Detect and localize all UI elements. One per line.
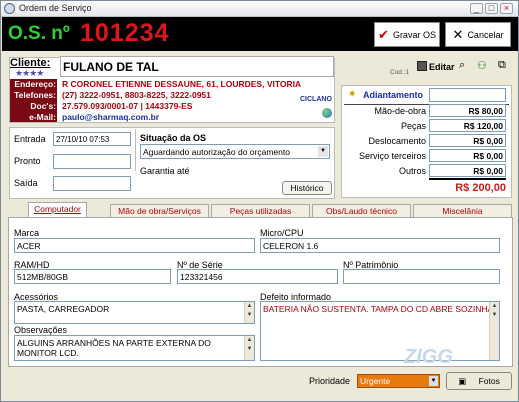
os-header: O.S. nº 101234 ✔ Gravar OS ✕ Cancelar: [2, 17, 518, 51]
fotos-button[interactable]: ▣ Fotos: [446, 372, 512, 390]
prioridade-value: Urgente: [360, 376, 391, 386]
os-number: 101234: [80, 19, 170, 47]
client-tag: CICLANO: [300, 96, 332, 103]
minimize-button[interactable]: _: [470, 3, 483, 14]
servico-terceiros-value[interactable]: R$ 0,00: [429, 149, 506, 162]
phones-label: Telefones:: [14, 90, 56, 100]
chevron-down-icon[interactable]: ▼: [429, 376, 438, 386]
cpu-field[interactable]: CELERON 1.6: [260, 238, 500, 253]
os-label: O.S. nº: [8, 23, 70, 44]
pecas-label: Peças: [400, 121, 426, 131]
deslocamento-label: Deslocamento: [368, 136, 426, 146]
docs-label: Doc's:: [30, 101, 56, 111]
observacoes-field[interactable]: ALGUINS ARRANHÕES NA PARTE EXTERNA DO MO…: [14, 335, 255, 361]
observacoes-scrollbar[interactable]: ▲ ▼: [244, 336, 254, 360]
maximize-button[interactable]: □: [485, 3, 498, 14]
marca-label: Marca: [14, 228, 40, 238]
garantia-label: Garantia até: [140, 166, 190, 176]
entrada-label: Entrada: [14, 134, 46, 144]
entrada-field[interactable]: 27/10/10 07:53: [53, 132, 131, 146]
email-label: e-Mail:: [29, 112, 56, 122]
tab-pecas-utilizadas[interactable]: Peças utilizadas: [211, 204, 310, 218]
save-os-label: Gravar OS: [392, 29, 436, 40]
address-label: Endereço:: [14, 79, 56, 89]
cancel-button[interactable]: ✕ Cancelar: [445, 22, 511, 47]
situacao-select[interactable]: Aguardando autorização do orçamento ▼: [140, 144, 330, 159]
cpu-label: Micro/CPU: [260, 228, 304, 238]
acessorios-field[interactable]: PASTA, CARREGADOR: [14, 301, 255, 324]
status-divider: [135, 129, 136, 171]
address-value: R CORONEL ETIENNE DESSAUNE, 61, LOURDES,…: [62, 79, 302, 89]
pecas-value[interactable]: R$ 120,00: [429, 119, 506, 132]
acessorios-scrollbar[interactable]: ▲ ▼: [244, 302, 254, 323]
fotos-label: Fotos: [478, 376, 500, 386]
situacao-value: Aguardando autorização do orçamento: [143, 147, 290, 157]
camera-icon: ▣: [458, 376, 467, 386]
ram-field[interactable]: 512MB/80GB: [14, 269, 171, 284]
save-os-button[interactable]: ✔ Gravar OS: [374, 22, 440, 47]
x-icon: ✕: [452, 26, 464, 42]
docs-value: 27.579.093/0001-07 | 1443379-ES: [62, 101, 193, 111]
observacoes-label: Observações: [14, 325, 68, 335]
defeito-field[interactable]: BATERIA NÃO SUSTENTA. TAMPA DO CD ABRE S…: [260, 301, 500, 361]
coins-icon: ✷: [348, 89, 357, 100]
cancel-label: Cancelar: [467, 29, 504, 40]
patrimonio-field[interactable]: [343, 269, 500, 284]
adiantamento-label: Adiantamento: [363, 90, 424, 100]
expand-icon[interactable]: ⧉: [498, 59, 506, 72]
tab-obs-laudo[interactable]: Obs/Laudo técnico: [312, 204, 411, 218]
client-rating-stars: ★★★★: [15, 68, 44, 78]
checkmark-icon: ✔: [378, 26, 389, 42]
service-order-window: Ordem de Serviço _ □ × O.S. nº 101234 ✔ …: [0, 0, 519, 402]
tab-mao-de-obra[interactable]: Mão de obra/Serviços: [110, 204, 209, 218]
chevron-down-icon[interactable]: ▼: [318, 146, 328, 157]
title-bar: Ordem de Serviço _ □ ×: [1, 1, 518, 17]
historico-button[interactable]: Histórico: [282, 181, 332, 195]
app-icon: [4, 3, 15, 14]
prioridade-select[interactable]: Urgente ▼: [357, 374, 440, 388]
serie-field[interactable]: 123321456: [177, 269, 338, 284]
client-name-field[interactable]: FULANO DE TAL: [60, 56, 334, 77]
marca-field[interactable]: ACER: [14, 238, 255, 253]
outros-label: Outros: [398, 166, 426, 176]
mao-de-obra-label: Mão-de-obra: [374, 106, 426, 116]
close-window-button[interactable]: ×: [500, 3, 513, 14]
client-code: Cod.:1: [390, 69, 410, 76]
total-divider: [429, 178, 506, 180]
deslocamento-value[interactable]: R$ 0,00: [429, 134, 506, 147]
adiantamento-field[interactable]: [429, 88, 506, 102]
situacao-label: Situação da OS: [140, 133, 207, 143]
user-search-icon[interactable]: ⚇: [477, 59, 487, 72]
pronto-label: Pronto: [14, 156, 41, 166]
email-value[interactable]: paulo@sharmaq.com.br: [62, 112, 159, 122]
binoculars-icon[interactable]: ⌕: [459, 59, 465, 72]
zigg-watermark: ZIGG: [404, 346, 453, 368]
defeito-scrollbar[interactable]: ▲ ▼: [489, 302, 499, 360]
globe-icon[interactable]: [322, 108, 332, 118]
editar-button[interactable]: Editar: [429, 62, 455, 72]
saida-field[interactable]: [53, 176, 131, 191]
save-disk-icon[interactable]: [417, 61, 427, 71]
prioridade-label: Prioridade: [309, 376, 351, 386]
saida-label: Saída: [14, 178, 38, 188]
servico-terceiros-label: Serviço terceiros: [358, 151, 426, 161]
window-title: Ordem de Serviço: [19, 3, 92, 13]
outros-value[interactable]: R$ 0,00: [429, 164, 506, 177]
total-value: R$ 200,00: [455, 182, 506, 194]
mao-de-obra-value[interactable]: R$ 80,00: [429, 104, 506, 117]
pronto-field[interactable]: [53, 154, 131, 169]
phones-value: (27) 3222-0951, 8803-8225, 3222-0951: [62, 90, 211, 100]
tab-miscelania[interactable]: Miscelânia: [413, 204, 512, 218]
